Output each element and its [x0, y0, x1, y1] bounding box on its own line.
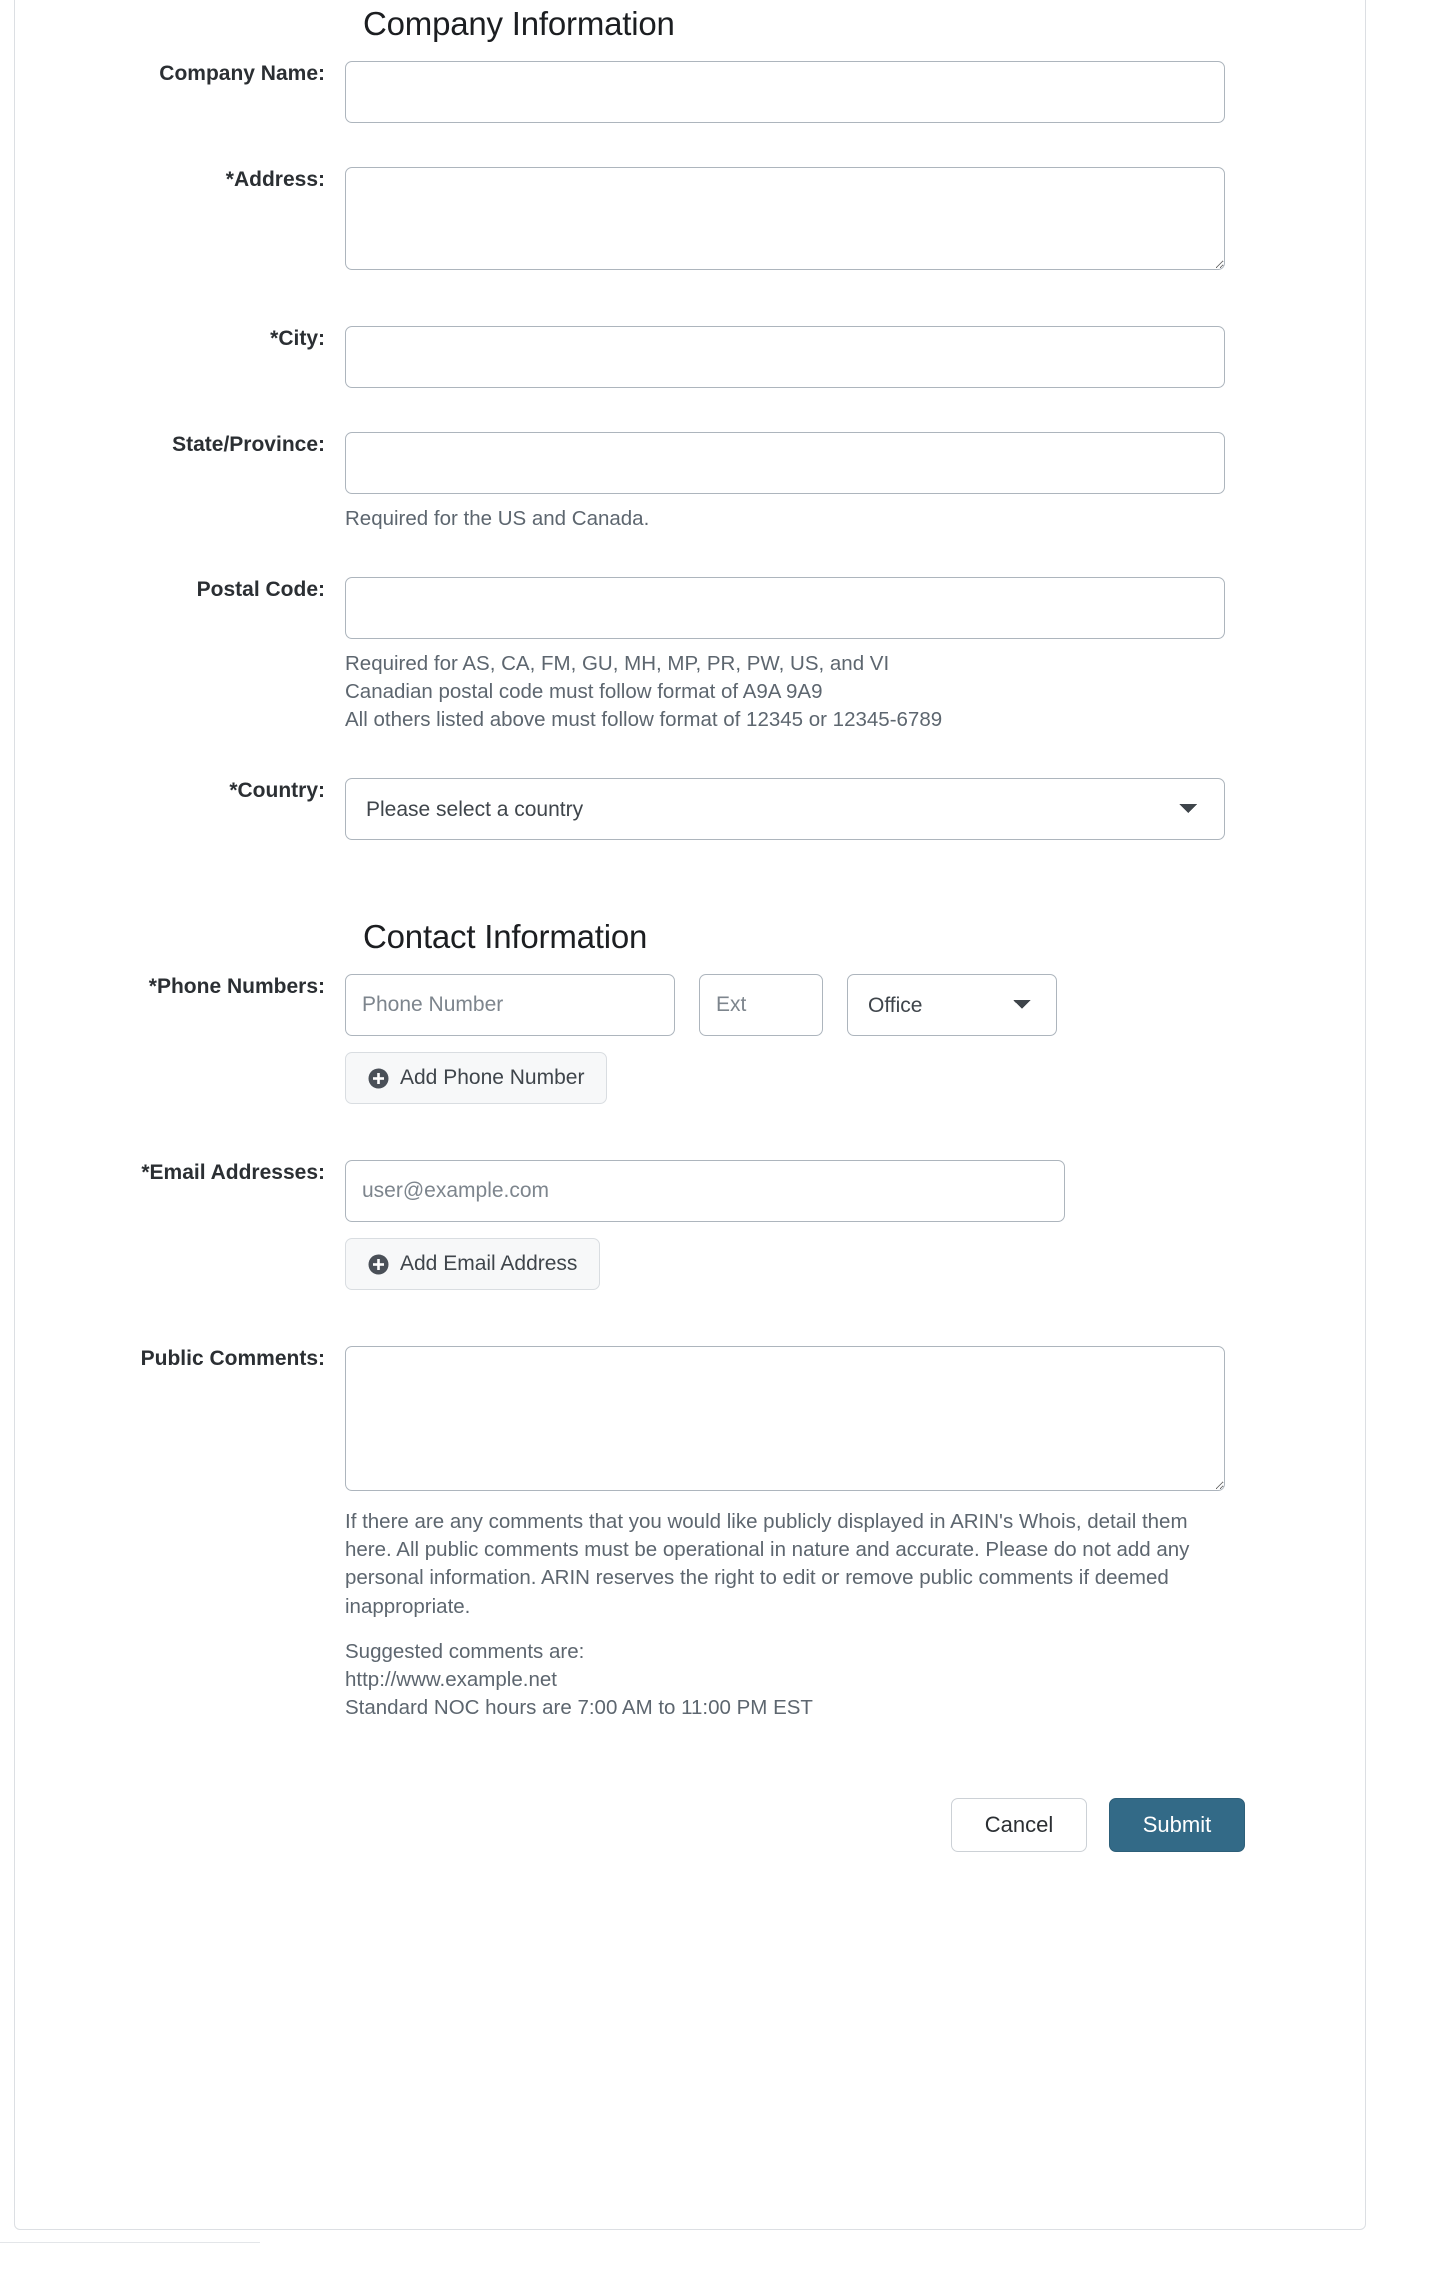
- hint-line: Required for AS, CA, FM, GU, MH, MP, PR,…: [345, 652, 890, 676]
- public-comments-label: Public Comments:: [140, 1347, 325, 1371]
- phone-type-select[interactable]: Office: [847, 974, 1057, 1037]
- contact-information-heading: Contact Information: [363, 918, 648, 956]
- postal-code-input[interactable]: [345, 577, 1225, 640]
- public-comments-field-wrap: If there are any comments that you would…: [345, 1346, 1245, 1722]
- phone-ext-input[interactable]: [699, 974, 823, 1037]
- phone-numbers-field-wrap: Office Add Phone Number: [345, 974, 1245, 1105]
- add-email-address-button[interactable]: Add Email Address: [345, 1238, 601, 1291]
- field-row-city: *City:: [15, 326, 1245, 388]
- public-comments-suggested: Suggested comments are: http://www.examp…: [345, 1638, 1225, 1722]
- state-province-label: State/Province:: [172, 433, 325, 456]
- email-addresses-label: *Email Addresses:: [141, 1161, 325, 1185]
- add-phone-number-label: Add Phone Number: [400, 1066, 585, 1090]
- field-row-postal-code: Postal Code: Required for AS, CA, FM, GU…: [15, 577, 1245, 734]
- company-information-heading: Company Information: [363, 5, 675, 42]
- add-phone-number-button[interactable]: Add Phone Number: [345, 1052, 608, 1105]
- phone-numbers-label: *Phone Numbers:: [148, 975, 325, 999]
- city-label: *City:: [270, 327, 325, 350]
- page-root: Company Information Company Name: *Addre…: [0, 0, 1430, 2274]
- city-field-wrap: [345, 326, 1245, 388]
- postal-code-label: Postal Code:: [196, 578, 325, 602]
- public-comments-textarea[interactable]: [345, 1346, 1225, 1492]
- company-name-label: Company Name:: [159, 62, 325, 85]
- form-body: Company Information Company Name: *Addre…: [15, 0, 1365, 1853]
- plus-circle-icon: [368, 1068, 389, 1089]
- add-email-address-label: Add Email Address: [400, 1252, 578, 1276]
- field-row-company-name: Company Name:: [15, 61, 1245, 123]
- hint-line: Canadian postal code must follow format …: [345, 680, 823, 704]
- postal-code-field-wrap: Required for AS, CA, FM, GU, MH, MP, PR,…: [345, 577, 1245, 734]
- country-select[interactable]: Please select a country: [345, 778, 1225, 841]
- phone-number-input[interactable]: [345, 974, 675, 1037]
- page-bottom-strip: [0, 2242, 260, 2274]
- city-input[interactable]: [345, 326, 1225, 388]
- hint-line: All others listed above must follow form…: [345, 708, 943, 732]
- state-province-field-wrap: Required for the US and Canada.: [345, 432, 1245, 533]
- form-actions: Cancel Submit: [15, 1797, 1245, 1853]
- email-addresses-field-wrap: Add Email Address: [345, 1160, 1245, 1291]
- cancel-button[interactable]: Cancel: [951, 1797, 1087, 1853]
- state-province-hint: Required for the US and Canada.: [345, 505, 1225, 533]
- address-field-wrap: [345, 167, 1245, 270]
- suggested-line: http://www.example.net: [345, 1667, 557, 1691]
- field-row-phone-numbers: *Phone Numbers: Office: [15, 974, 1245, 1105]
- state-province-input[interactable]: [345, 432, 1225, 494]
- plus-circle-icon: [368, 1254, 389, 1275]
- form-card: Company Information Company Name: *Addre…: [14, 0, 1366, 2230]
- phone-entry-row: Office: [345, 974, 1245, 1037]
- field-row-public-comments: Public Comments: If there are any commen…: [15, 1346, 1245, 1722]
- submit-button[interactable]: Submit: [1109, 1797, 1245, 1853]
- company-name-field-wrap: [345, 61, 1245, 123]
- country-field-wrap: Please select a country: [345, 778, 1245, 841]
- public-comments-hint: If there are any comments that you would…: [345, 1510, 1190, 1618]
- hint-line: Required for the US and Canada.: [345, 507, 650, 530]
- suggested-line: Standard NOC hours are 7:00 AM to 11:00 …: [345, 1695, 813, 1719]
- postal-code-hint: Required for AS, CA, FM, GU, MH, MP, PR,…: [345, 650, 1225, 734]
- address-textarea[interactable]: [345, 167, 1225, 270]
- suggested-line: Suggested comments are:: [345, 1639, 585, 1663]
- field-row-state-province: State/Province: Required for the US and …: [15, 432, 1245, 533]
- company-name-input[interactable]: [345, 61, 1225, 123]
- address-label: *Address:: [225, 168, 325, 191]
- country-label: *Country:: [229, 779, 325, 803]
- field-row-country: *Country: Please select a country: [15, 778, 1245, 841]
- field-row-address: *Address:: [15, 167, 1245, 270]
- email-address-input[interactable]: [345, 1160, 1065, 1223]
- field-row-email-addresses: *Email Addresses: Add Email Address: [15, 1160, 1245, 1291]
